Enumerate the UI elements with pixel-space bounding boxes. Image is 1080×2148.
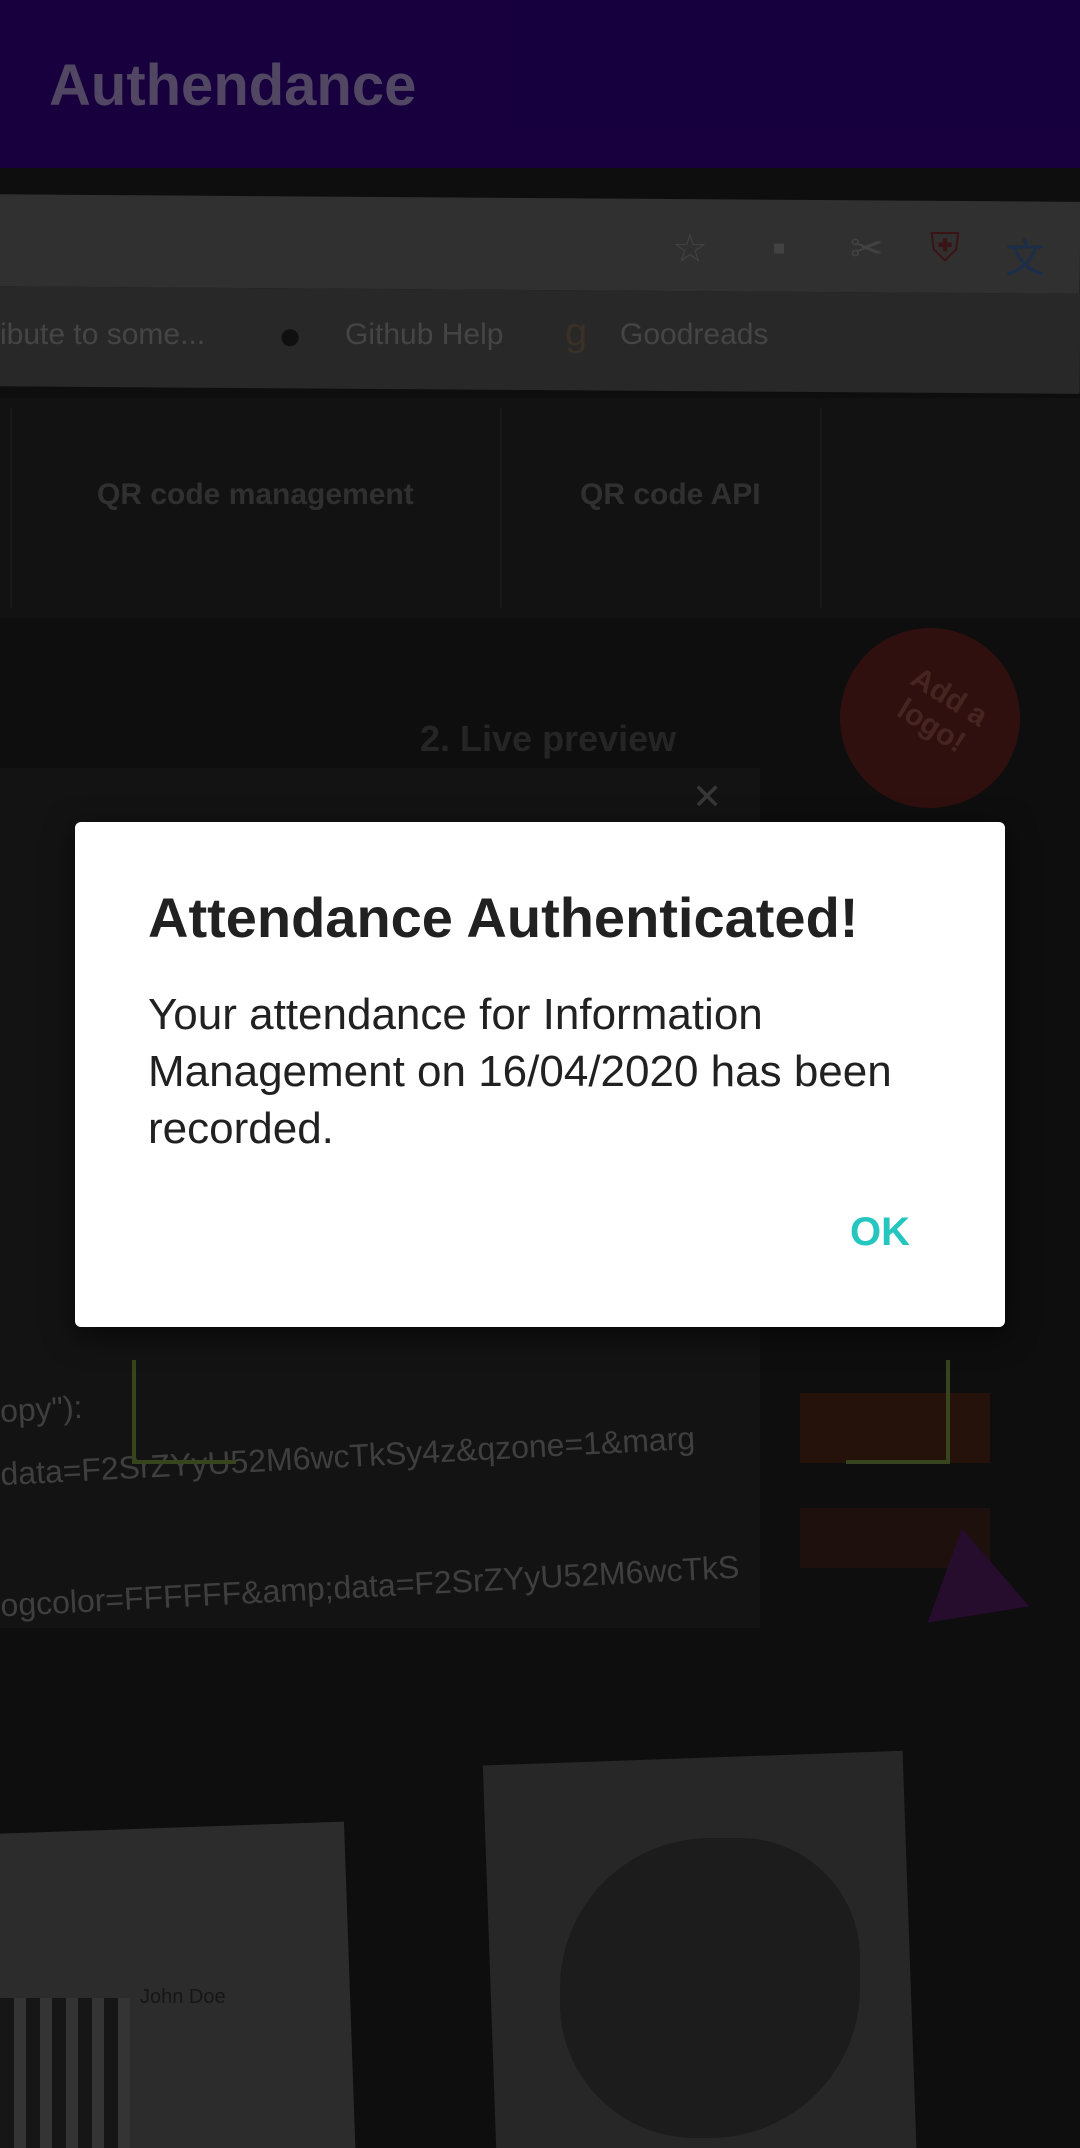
attendance-dialog: Attendance Authenticated! Your attendanc… [75,822,1005,1327]
dialog-message: Your attendance for Information Manageme… [148,990,892,1153]
ok-button[interactable]: OK [850,1210,910,1255]
dialog-title: Attendance Authenticated! [148,886,859,949]
